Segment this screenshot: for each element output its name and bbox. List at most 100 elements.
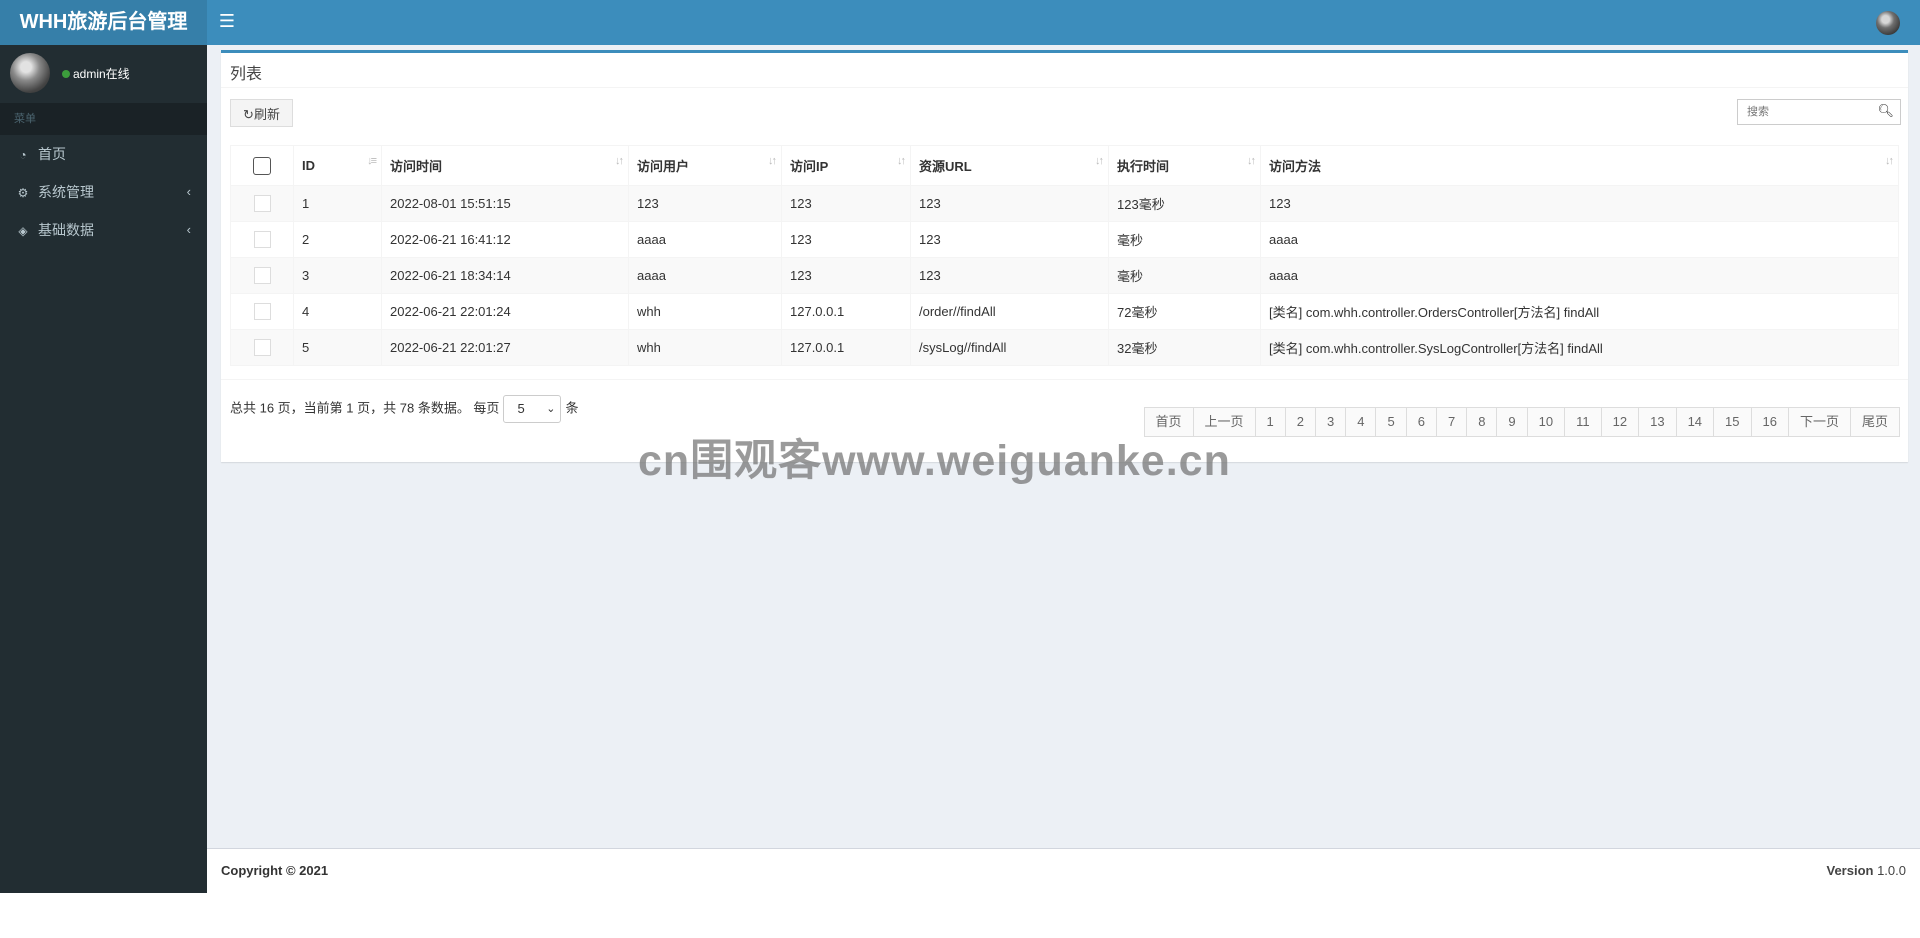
page-number[interactable]: 3 <box>1315 407 1347 437</box>
refresh-button[interactable]: ↻刷新 <box>230 99 293 127</box>
divider <box>221 379 1908 380</box>
user-panel: admin在线 <box>0 45 207 103</box>
sort-icon: ↓↑ <box>1885 155 1894 167</box>
sort-asc-icon: ↓≡ <box>367 155 377 167</box>
row-select-cell <box>230 257 294 294</box>
select-all-cell <box>230 145 294 186</box>
page-number[interactable]: 2 <box>1284 407 1317 437</box>
row-checkbox[interactable] <box>253 303 271 321</box>
search-box: 🔍︎ <box>1737 99 1901 125</box>
row-select-cell <box>230 293 294 330</box>
table-cell: 123 <box>1260 185 1899 222</box>
chevron-down-icon: ⌄ <box>546 403 556 415</box>
page-number[interactable]: 12 <box>1600 407 1640 437</box>
column-header[interactable]: 执行时间 ↓↑ <box>1108 145 1261 186</box>
table-cell: aaaa <box>628 257 782 294</box>
row-checkbox[interactable] <box>253 195 271 213</box>
page-number[interactable]: 15 <box>1713 407 1752 437</box>
table-row[interactable]: 4 2022-06-21 22:01:24 whh 127.0.0.1 /ord… <box>230 293 1899 330</box>
table-row[interactable]: 1 2022-08-01 15:51:15 123 123 123 123毫秒 … <box>230 185 1899 222</box>
table-cell: /order//findAll <box>910 293 1109 330</box>
sidebar-item-system[interactable]: ⚙ 系统管理 ‹ <box>0 173 207 211</box>
row-checkbox[interactable] <box>253 231 271 249</box>
table-cell: 5 <box>293 329 382 366</box>
page-number[interactable]: 9 <box>1496 407 1528 437</box>
page-number[interactable]: 14 <box>1675 407 1715 437</box>
table-cell: 2022-06-21 22:01:24 <box>381 293 629 330</box>
user-avatar <box>10 53 50 93</box>
sidebar: admin在线 菜单 ◔ 首页 ⚙ 系统管理 ‹ ◈ 基础数据 ‹ <box>0 45 207 893</box>
table-cell: [类名] com.whh.controller.OrdersController… <box>1260 293 1899 330</box>
chevron-left-icon: ‹ <box>186 222 191 237</box>
page-number[interactable]: 7 <box>1435 407 1468 437</box>
column-header[interactable]: 访问时间 ↓↑ <box>381 145 629 186</box>
page-number[interactable]: 4 <box>1345 407 1377 437</box>
row-select-cell <box>230 329 294 366</box>
table-cell: 3 <box>293 257 382 294</box>
table-cell: 2022-06-21 22:01:27 <box>381 329 629 366</box>
page-last[interactable]: 尾页 <box>1849 407 1900 437</box>
column-header[interactable]: 访问方法 ↓↑ <box>1260 145 1899 186</box>
table-cell: 123毫秒 <box>1108 185 1261 222</box>
refresh-icon: ↻ <box>243 106 254 122</box>
table-cell: 1 <box>293 185 382 222</box>
page-size-select[interactable]: 5 ⌄ <box>503 395 562 423</box>
table-cell: 32毫秒 <box>1108 329 1261 366</box>
bars-icon[interactable]: ☰ <box>212 0 242 45</box>
dashboard-icon: ◔ <box>19 148 27 162</box>
table-cell: /sysLog//findAll <box>910 329 1109 366</box>
sidebar-item-basic-data[interactable]: ◈ 基础数据 ‹ <box>0 211 207 249</box>
table-cell: 2022-06-21 18:34:14 <box>381 257 629 294</box>
table-cell: 毫秒 <box>1108 257 1261 294</box>
online-dot-icon <box>62 70 70 78</box>
table-header-row: ID ↓≡ 访问时间 ↓↑ 访问用户 ↓↑ 访问IP ↓↑ 资源URL ↓↑ 执行时间 ↓↑… <box>230 145 1899 186</box>
table-row[interactable]: 2 2022-06-21 16:41:12 aaaa 123 123 毫秒 aa… <box>230 221 1899 258</box>
page-number[interactable]: 13 <box>1638 407 1677 437</box>
table-cell: 4 <box>293 293 382 330</box>
page-number[interactable]: 8 <box>1466 407 1498 437</box>
page-number[interactable]: 6 <box>1405 407 1437 437</box>
sidebar-item-home[interactable]: ◔ 首页 <box>0 135 207 173</box>
row-select-cell <box>230 185 294 222</box>
select-all-checkbox[interactable] <box>253 156 271 175</box>
table-cell: aaaa <box>628 221 782 258</box>
table-cell: 127.0.0.1 <box>781 329 911 366</box>
divider <box>221 87 1908 88</box>
column-header[interactable]: 资源URL ↓↑ <box>910 145 1109 186</box>
table-cell: 72毫秒 <box>1108 293 1261 330</box>
page-number[interactable]: 10 <box>1526 407 1566 437</box>
sort-icon: ↓↑ <box>768 155 777 167</box>
column-header[interactable]: 访问用户 ↓↑ <box>628 145 782 186</box>
row-checkbox[interactable] <box>253 267 271 285</box>
cogs-icon: ⚙ <box>17 186 29 200</box>
table-cell: [类名] com.whh.controller.SysLogController… <box>1260 329 1899 366</box>
page-number[interactable]: 16 <box>1750 407 1789 437</box>
table-cell: 123 <box>910 221 1109 258</box>
row-checkbox[interactable] <box>253 339 271 357</box>
page-number[interactable]: 5 <box>1375 407 1407 437</box>
search-input[interactable] <box>1738 100 1876 124</box>
sort-icon: ↓↑ <box>615 155 624 167</box>
table-cell: aaaa <box>1260 257 1899 294</box>
sort-icon: ↓↑ <box>1095 155 1104 167</box>
column-header[interactable]: ID ↓≡ <box>293 145 382 186</box>
pagination: 首页 上一页 1 2 3 4 5 6 7 8 9 10 11 12 13 14 … <box>1143 407 1900 437</box>
page-next[interactable]: 下一页 <box>1787 407 1851 437</box>
user-status: admin在线 <box>62 65 130 82</box>
page-number[interactable]: 1 <box>1254 407 1286 437</box>
page-number[interactable]: 11 <box>1564 407 1602 437</box>
table-cell: 123 <box>781 185 911 222</box>
sort-icon: ↓↑ <box>897 155 906 167</box>
column-header[interactable]: 访问IP ↓↑ <box>781 145 911 186</box>
search-icon[interactable]: 🔍︎ <box>1877 103 1894 119</box>
version: Version 1.0.0 <box>1826 863 1906 878</box>
data-table: ID ↓≡ 访问时间 ↓↑ 访问用户 ↓↑ 访问IP ↓↑ 资源URL ↓↑ 执行时间 ↓↑… <box>230 145 1899 366</box>
table-cell: 123 <box>781 257 911 294</box>
table-cell: aaaa <box>1260 221 1899 258</box>
table-row[interactable]: 3 2022-06-21 18:34:14 aaaa 123 123 毫秒 aa… <box>230 257 1899 294</box>
user-avatar-top[interactable] <box>1876 11 1900 35</box>
pagination-info: 总共 16 页，当前第 1 页，共 78 条数据。 每页 5 ⌄ 条 <box>230 395 578 423</box>
list-box: 列表 ↻刷新 🔍︎ ID↓≡ 访问时间↓↑ <box>221 50 1908 462</box>
table-row[interactable]: 5 2022-06-21 22:01:27 whh 127.0.0.1 /sys… <box>230 329 1899 366</box>
app-logo[interactable]: WHH旅游后台管理 <box>0 0 207 45</box>
